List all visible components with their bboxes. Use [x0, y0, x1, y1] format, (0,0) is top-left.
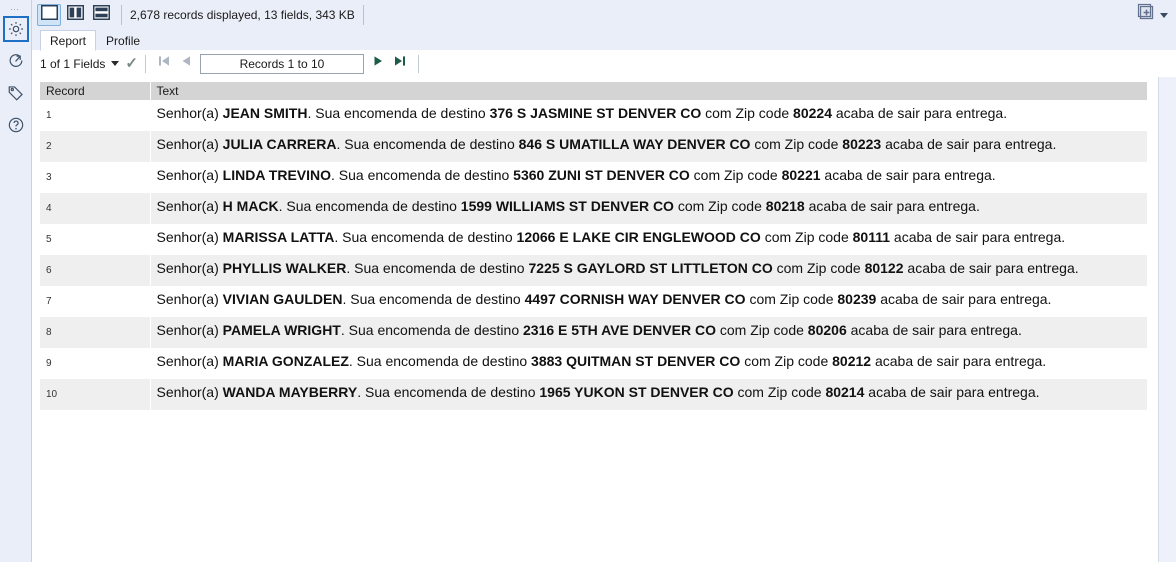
layout-vertical-split-button[interactable] — [63, 4, 87, 26]
chevron-down-icon[interactable] — [111, 61, 120, 66]
right-gutter — [1158, 77, 1176, 562]
fields-selector[interactable]: 1 of 1 Fields ✓ — [40, 56, 138, 71]
data-viewer-window: ⋯ 2,678 records displayed, 13 fields, 34… — [0, 0, 1176, 562]
table-row[interactable]: 3 Senhor(a) LINDA TREVINO. Sua encomenda … — [40, 162, 1148, 193]
layout-single-pane-button[interactable] — [37, 4, 61, 26]
cell-record-number: 9 — [40, 348, 151, 379]
column-header-record[interactable]: Record — [40, 82, 151, 100]
main-panel: 2,678 records displayed, 13 fields, 343 … — [32, 0, 1176, 562]
vertical-split-icon — [66, 4, 84, 25]
tag-icon-button[interactable] — [3, 80, 29, 106]
add-panel-icon — [1137, 3, 1156, 27]
table-row[interactable]: 1 Senhor(a) JEAN SMITH. Sua encomenda de … — [40, 100, 1148, 131]
records-range-label: Records 1 to 10 — [239, 56, 325, 71]
cell-record-number: 6 — [40, 255, 151, 286]
layout-horizontal-split-button[interactable] — [89, 4, 113, 26]
records-summary-label: 2,678 records displayed, 13 fields, 343 … — [130, 8, 355, 22]
records-table-container: Record Text 1 Senhor(a) JEAN SMITH. Sua e… — [32, 77, 1176, 562]
add-panel-dropdown-caret[interactable] — [1160, 12, 1168, 18]
gear-icon — [7, 20, 25, 38]
table-header-row: Record Text — [40, 82, 1148, 100]
table-row[interactable]: 4 Senhor(a) H MACK. Sua encomenda de dest… — [40, 193, 1148, 224]
cell-text: Senhor(a) JEAN SMITH. Sua encomenda de d… — [150, 100, 1148, 131]
horizontal-split-icon — [92, 4, 110, 25]
last-record-button[interactable] — [389, 54, 411, 74]
check-icon[interactable]: ✓ — [125, 56, 138, 71]
nav-divider-1 — [144, 54, 146, 73]
cell-text: Senhor(a) PHYLLIS WALKER. Sua encomenda … — [150, 255, 1148, 286]
tab-report-label: Report — [50, 33, 87, 48]
layout-button-group — [37, 4, 113, 26]
records-range-field[interactable]: Records 1 to 10 — [199, 53, 364, 74]
previous-record-button[interactable] — [175, 54, 197, 74]
first-record-button[interactable] — [153, 54, 175, 74]
toolbar-divider-1 — [121, 5, 122, 25]
cell-record-number: 10 — [40, 379, 151, 410]
cell-record-number: 8 — [40, 317, 151, 348]
gear-icon-button[interactable] — [2, 16, 29, 42]
cell-text: Senhor(a) MARISSA LATTA. Sua encomenda d… — [150, 224, 1148, 255]
next-record-button[interactable] — [367, 54, 389, 74]
table-body: 1 Senhor(a) JEAN SMITH. Sua encomenda de … — [40, 100, 1148, 410]
tab-report[interactable]: Report — [40, 30, 97, 51]
cell-record-number: 4 — [40, 193, 151, 224]
cell-text: Senhor(a) WANDA MAYBERRY. Sua encomenda … — [150, 379, 1148, 410]
table-row[interactable]: 9 Senhor(a) MARIA GONZALEZ. Sua encomenda… — [40, 348, 1148, 379]
skip-to-start-icon — [157, 54, 171, 73]
tab-strip: Report Profile — [32, 30, 1176, 51]
triangle-right-icon — [371, 54, 385, 73]
cell-text: Senhor(a) PAMELA WRIGHT. Sua encomenda d… — [150, 317, 1148, 348]
tab-profile[interactable]: Profile — [96, 30, 150, 51]
triangle-left-icon — [179, 54, 193, 73]
cell-record-number: 2 — [40, 131, 151, 162]
toolbar-right-group — [1135, 3, 1168, 27]
cell-record-number: 5 — [40, 224, 151, 255]
fields-selector-label: 1 of 1 Fields — [40, 56, 106, 71]
cell-record-number: 7 — [40, 286, 151, 317]
nav-divider-2 — [417, 54, 419, 73]
skip-to-end-icon — [393, 54, 407, 73]
table-row[interactable]: 7 Senhor(a) VIVIAN GAULDEN. Sua encomenda… — [40, 286, 1148, 317]
cell-text: Senhor(a) LINDA TREVINO. Sua encomenda d… — [150, 162, 1148, 193]
top-toolbar: 2,678 records displayed, 13 fields, 343 … — [32, 0, 1176, 30]
table-row[interactable]: 5 Senhor(a) MARISSA LATTA. Sua encomenda … — [40, 224, 1148, 255]
table-row[interactable]: 2 Senhor(a) JULIA CARRERA. Sua encomenda … — [40, 131, 1148, 162]
records-table: Record Text 1 Senhor(a) JEAN SMITH. Sua e… — [40, 82, 1148, 410]
cell-record-number: 3 — [40, 162, 151, 193]
left-icon-rail: ⋯ — [0, 0, 32, 562]
record-navigation-toolbar: 1 of 1 Fields ✓ Records 1 to 10 — [32, 51, 1176, 77]
help-icon — [7, 116, 25, 134]
cell-text: Senhor(a) VIVIAN GAULDEN. Sua encomenda … — [150, 286, 1148, 317]
rail-grip-handle[interactable]: ⋯ — [0, 2, 32, 16]
cell-text: Senhor(a) MARIA GONZALEZ. Sua encomenda … — [150, 348, 1148, 379]
single-pane-icon — [40, 4, 58, 25]
column-header-text[interactable]: Text — [150, 82, 1148, 100]
table-row[interactable]: 8 Senhor(a) PAMELA WRIGHT. Sua encomenda … — [40, 317, 1148, 348]
cell-record-number: 1 — [40, 100, 151, 131]
tag-icon — [7, 84, 25, 102]
table-head: Record Text — [40, 82, 1148, 100]
share-icon — [7, 52, 25, 70]
toolbar-divider-2 — [362, 5, 364, 25]
cell-text: Senhor(a) JULIA CARRERA. Sua encomenda d… — [150, 131, 1148, 162]
cell-text: Senhor(a) H MACK. Sua encomenda de desti… — [150, 193, 1148, 224]
table-row[interactable]: 6 Senhor(a) PHYLLIS WALKER. Sua encomenda… — [40, 255, 1148, 286]
table-row[interactable]: 10 Senhor(a) WANDA MAYBERRY. Sua encomend… — [40, 379, 1148, 410]
tab-profile-label: Profile — [106, 33, 141, 48]
share-icon-button[interactable] — [3, 48, 29, 74]
add-panel-button[interactable] — [1135, 3, 1157, 27]
help-icon-button[interactable] — [3, 112, 29, 138]
